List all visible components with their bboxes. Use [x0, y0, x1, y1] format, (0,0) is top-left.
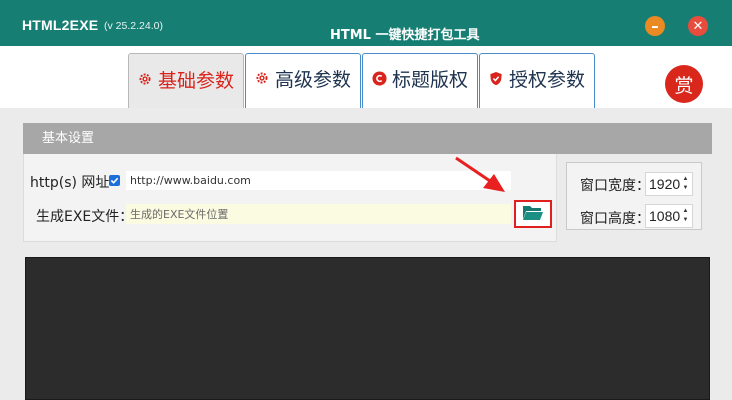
exe-path-input[interactable] [126, 204, 511, 224]
close-button[interactable]: ✕ [688, 16, 708, 36]
tab-title-copyright[interactable]: 标题版权 [362, 53, 478, 108]
chevron-up-icon[interactable]: ▲ [683, 208, 689, 215]
app-version: (v 25.2.24.0) [104, 20, 163, 32]
chevron-down-icon[interactable]: ▼ [683, 217, 689, 224]
shield-check-icon [489, 71, 504, 86]
tab-label: 标题版权 [391, 68, 468, 91]
tab-label: 高级参数 [274, 68, 351, 91]
title-bar: HTML2EXE (v 25.2.24.0) HTML 一键快捷打包工具 – ✕ [0, 0, 732, 46]
gear-icon [255, 71, 270, 86]
window-width-stepper[interactable]: 1920 ▲ ▼ [645, 172, 693, 196]
url-label: http(s) 网址 [30, 175, 110, 191]
folder-open-icon [522, 204, 544, 225]
tab-label: 基础参数 [157, 69, 234, 92]
window-height-value: 1080 [649, 208, 681, 224]
preview-area [25, 257, 710, 400]
window-height-label: 窗口高度： [580, 211, 650, 227]
stepper-arrows[interactable]: ▲ ▼ [682, 176, 689, 192]
window-width-label: 窗口宽度： [580, 178, 650, 194]
url-checkbox[interactable] [109, 175, 120, 186]
tab-basic-params[interactable]: 基础参数 [128, 53, 244, 110]
app-name: HTML2EXE [22, 17, 99, 33]
tab-strip: 基础参数 高级参数 标题版权 授权参数 赏 [0, 46, 732, 110]
copyright-icon [372, 70, 387, 86]
minimize-button[interactable]: – [645, 16, 665, 36]
window-size-box: 窗口宽度： 1920 ▲ ▼ 窗口高度： 1080 ▲ ▼ [566, 162, 702, 230]
chevron-down-icon[interactable]: ▼ [683, 185, 689, 192]
basic-settings-box: http(s) 网址 生成EXE文件： [23, 154, 557, 242]
url-input[interactable] [126, 171, 511, 190]
reward-button[interactable]: 赏 [665, 65, 703, 103]
window-height-stepper[interactable]: 1080 ▲ ▼ [645, 204, 693, 228]
tab-advanced-params[interactable]: 高级参数 [245, 53, 361, 108]
exe-label: 生成EXE文件： [36, 209, 134, 225]
close-icon: ✕ [692, 18, 704, 34]
window-title: HTML 一键快捷打包工具 [330, 28, 480, 43]
tab-license-params[interactable]: 授权参数 [479, 53, 595, 108]
browse-folder-button[interactable] [514, 200, 552, 228]
gear-icon [138, 72, 153, 87]
chevron-up-icon[interactable]: ▲ [683, 176, 689, 183]
section-header: 基本设置 [23, 123, 712, 154]
tab-label: 授权参数 [508, 68, 585, 91]
window-width-value: 1920 [649, 176, 681, 192]
minimize-icon: – [651, 16, 659, 35]
main-panel: 基本设置 http(s) 网址 生成EXE文件： 窗口宽度： 1920 ▲ ▼ … [0, 108, 732, 400]
stepper-arrows[interactable]: ▲ ▼ [682, 208, 689, 224]
